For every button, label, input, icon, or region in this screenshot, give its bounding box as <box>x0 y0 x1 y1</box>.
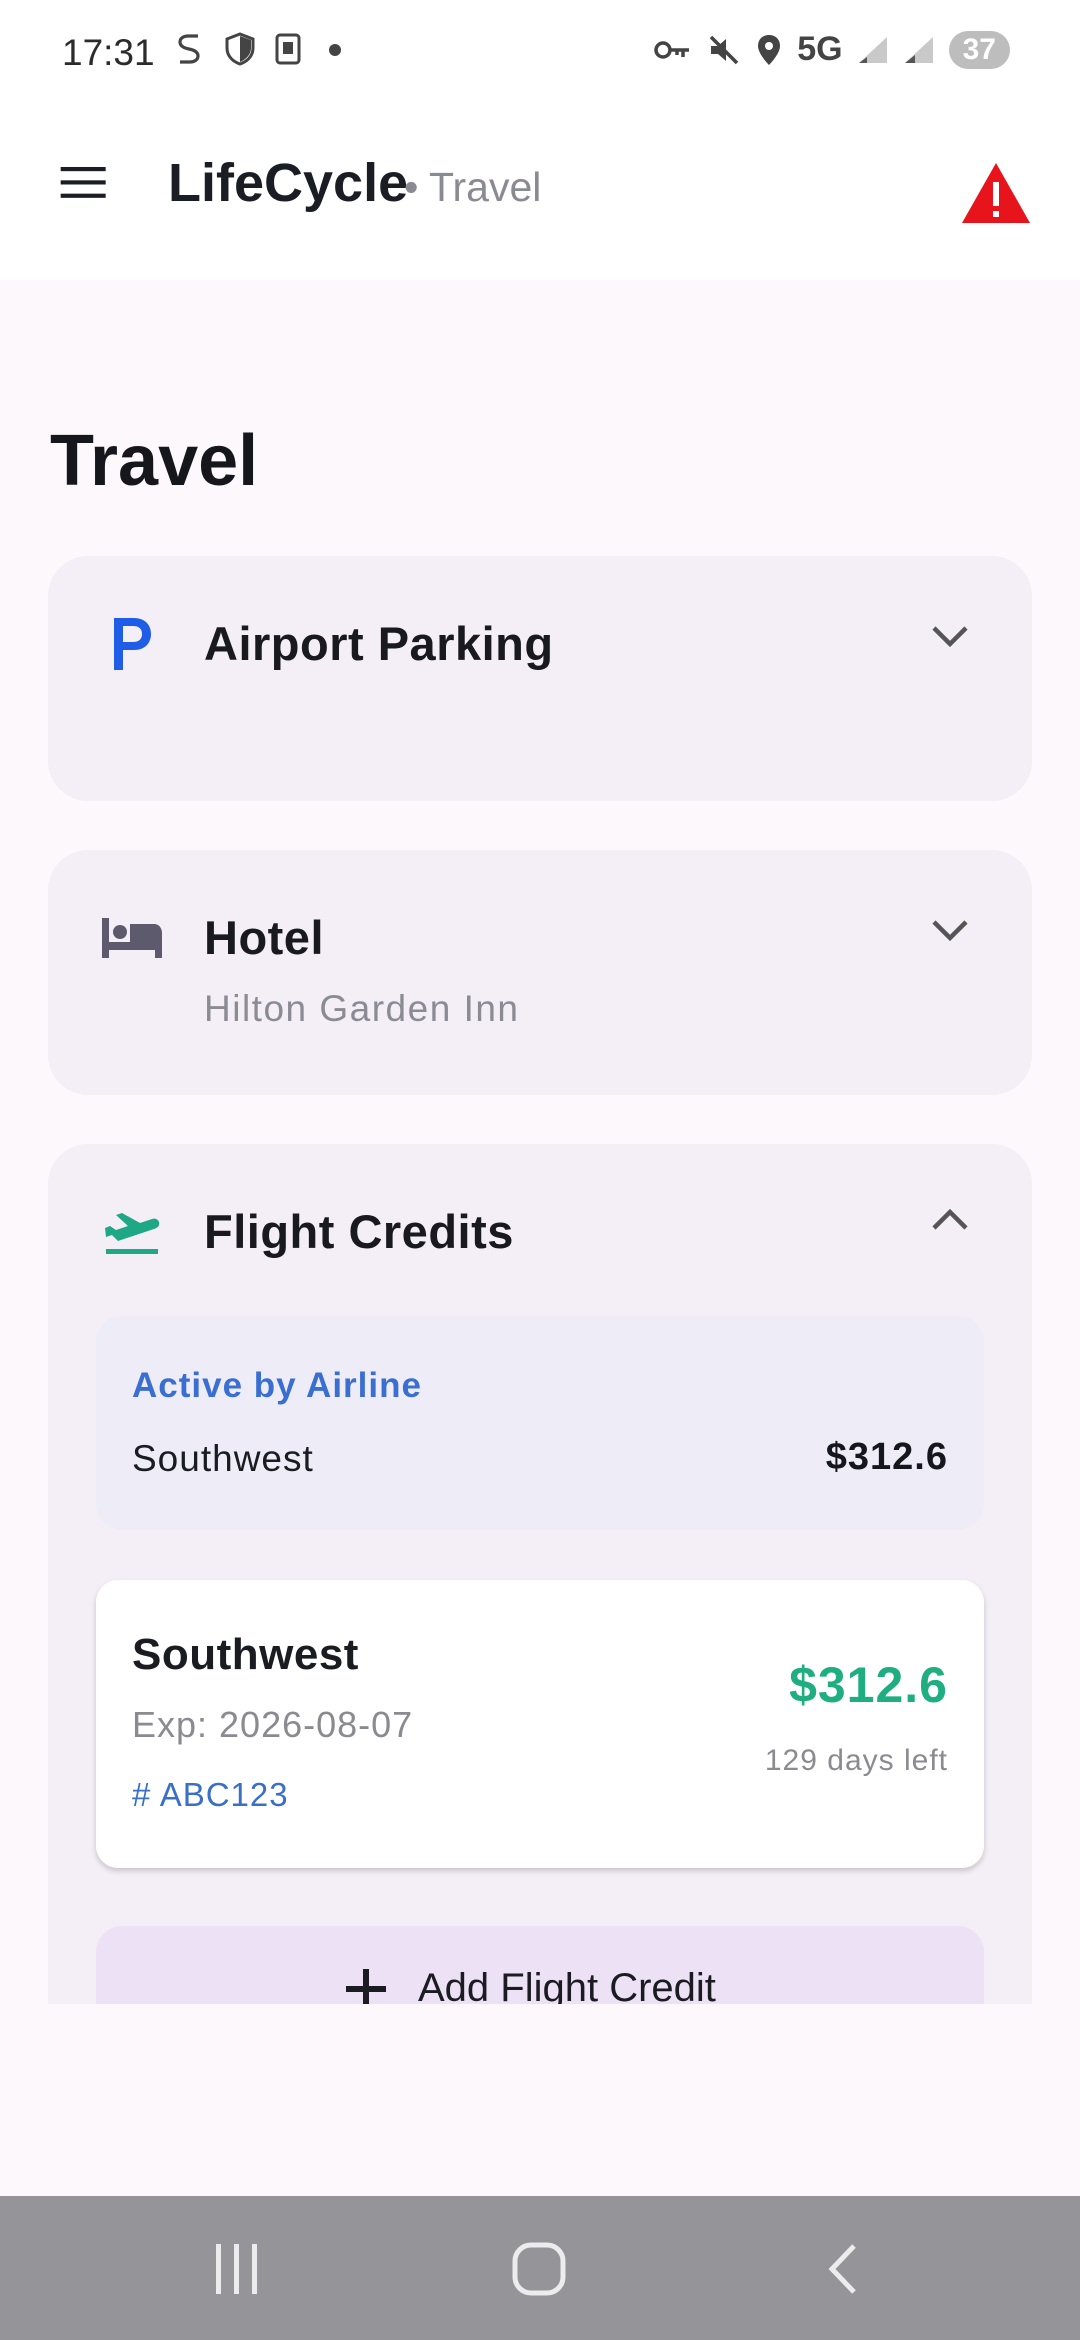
summary-airline: Southwest <box>132 1438 314 1479</box>
credit-code: # ABC123 <box>132 1776 289 1813</box>
status-time: 17:31 <box>62 32 155 73</box>
app-notification-icon <box>178 34 200 64</box>
signal-icon-2 <box>904 36 933 63</box>
section-title: Airport Parking <box>204 617 554 670</box>
credit-expiration: Exp: 2026-08-07 <box>132 1704 414 1745</box>
notification-icons <box>172 32 350 66</box>
bed-icon <box>100 906 164 970</box>
credit-amount: $312.6 <box>789 1657 948 1713</box>
app-title: LifeCycle <box>168 153 409 213</box>
signal-icon <box>858 36 887 63</box>
summary-amount: $312.6 <box>825 1436 948 1478</box>
chevron-down-icon[interactable] <box>928 622 972 652</box>
active-by-airline-summary: Active by Airline Southwest $312.6 <box>96 1316 984 1530</box>
recent-apps-icon[interactable] <box>212 2242 262 2296</box>
flight-credits-viewport: Flight Credits Active by Airline Southwe… <box>0 1144 1080 2004</box>
chevron-up-icon[interactable] <box>928 1204 972 1234</box>
shield-icon <box>225 32 255 66</box>
app-subtitle: • Travel <box>404 164 542 210</box>
plus-icon <box>346 1968 386 2004</box>
home-icon[interactable] <box>512 2242 566 2296</box>
warning-icon[interactable] <box>960 160 1032 226</box>
section-title: Flight Credits <box>204 1205 514 1258</box>
section-airport-parking[interactable]: Airport Parking <box>48 556 1032 801</box>
back-icon[interactable] <box>824 2242 860 2296</box>
summary-label: Active by Airline <box>132 1366 422 1405</box>
key-icon <box>654 40 690 59</box>
credit-airline: Southwest <box>132 1630 359 1679</box>
status-bar: 17:31 5G 37 <box>0 0 1080 110</box>
section-hotel[interactable]: Hotel Hilton Garden Inn <box>48 850 1032 1095</box>
flight-takeoff-icon <box>100 1200 164 1264</box>
chevron-down-icon[interactable] <box>928 916 972 946</box>
section-subtitle: Hilton Garden Inn <box>204 988 520 1029</box>
sim-icon <box>275 33 301 65</box>
navigation-bar <box>0 2196 1080 2340</box>
credit-days-left: 129 days left <box>764 1744 948 1777</box>
location-icon <box>758 34 781 65</box>
page-title: Travel <box>50 421 259 501</box>
section-title: Hotel <box>204 911 324 964</box>
network-type: 5G <box>797 30 843 68</box>
section-flight-credits[interactable]: Flight Credits Active by Airline Southwe… <box>48 1144 1032 2004</box>
battery-indicator: 37 <box>948 30 1010 69</box>
system-icons: 5G 37 <box>653 30 1010 69</box>
dot-icon <box>329 44 341 56</box>
parking-icon <box>100 612 164 676</box>
add-flight-credit-button[interactable]: Add Flight Credit <box>96 1926 984 2004</box>
menu-icon[interactable] <box>55 162 113 212</box>
mute-icon <box>710 35 739 64</box>
add-flight-credit-label: Add Flight Credit <box>418 1966 716 2004</box>
flight-credit-item[interactable]: Southwest Exp: 2026-08-07 # ABC123 $312.… <box>96 1580 984 1868</box>
